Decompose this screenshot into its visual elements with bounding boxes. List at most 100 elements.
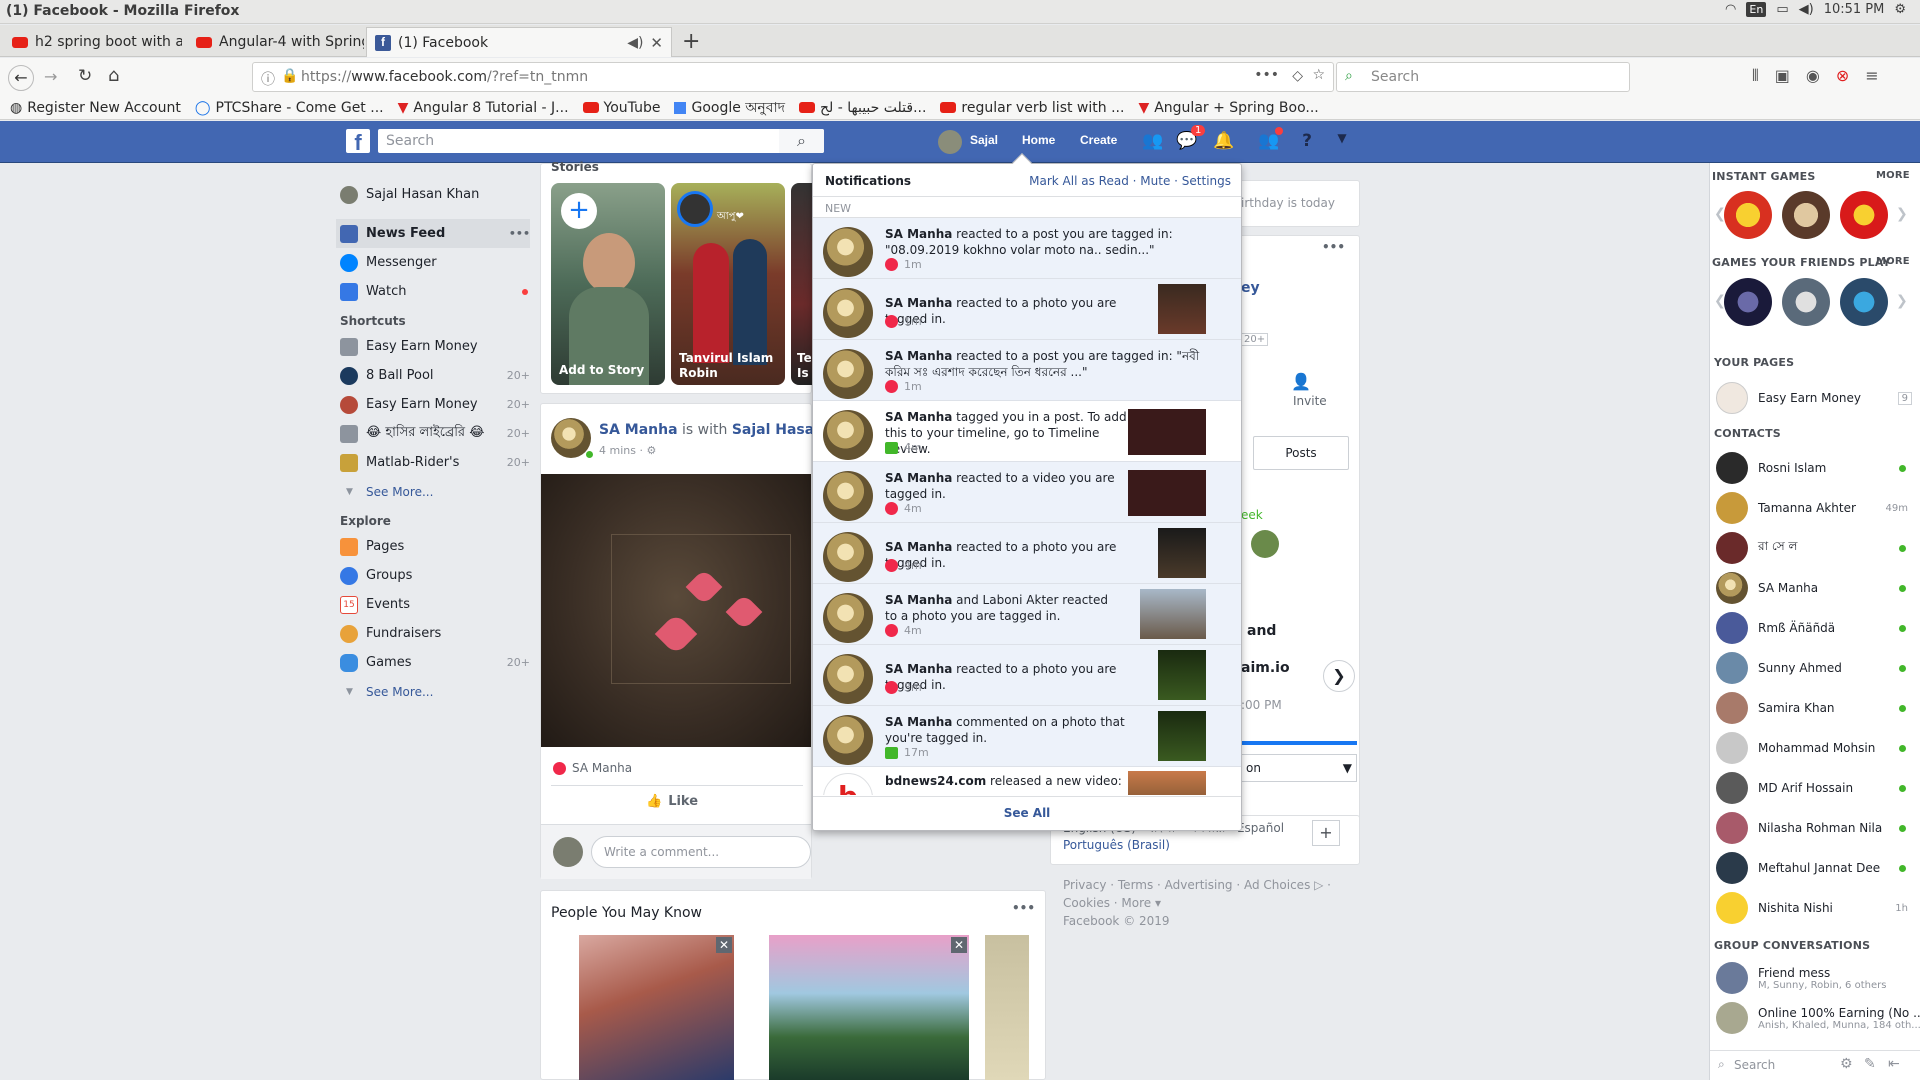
contact-item[interactable]: Rosni Islam <box>1716 448 1916 488</box>
home-button[interactable]: ⌂ <box>108 65 119 86</box>
sidebar-item-shortcut[interactable]: Matlab-Rider's 20+ <box>340 448 530 477</box>
battery-icon[interactable]: ▭ <box>1776 2 1788 17</box>
footer-links-2[interactable]: Cookies · More ▾ <box>1063 894 1331 912</box>
bookmark-youtube[interactable]: YouTube <box>582 100 660 116</box>
speaker-icon[interactable]: ◀) <box>627 35 643 51</box>
friends-play-more[interactable]: MORE <box>1876 256 1910 267</box>
friend-game[interactable] <box>1840 278 1888 326</box>
contact-item[interactable]: SA Manha <box>1716 568 1916 608</box>
sidebar-item-games[interactable]: Games 20+ <box>340 648 530 677</box>
friend-game[interactable] <box>1724 278 1772 326</box>
friend-requests-icon[interactable]: 👥 <box>1142 131 1164 153</box>
post-time[interactable]: 4 mins · ⚙ <box>599 444 656 457</box>
notification-item[interactable]: SA Manha reacted to a photo you are tagg… <box>813 645 1241 706</box>
suggestion-photo[interactable] <box>985 935 1029 1080</box>
post-author[interactable]: SA Manha <box>599 422 678 438</box>
tab-angular-4[interactable]: Angular-4 with Spring b ✕ <box>188 27 364 57</box>
sidebar-item-shortcut[interactable]: 😂 হাসির লাইব্রেরি 😂 20+ <box>340 419 530 448</box>
carousel-next-button[interactable]: ❯ <box>1323 660 1355 692</box>
bookmark-ptcshare[interactable]: ◯ PTCShare - Come Get ... <box>195 100 384 116</box>
contact-item[interactable]: Rmß Äñäñdä <box>1716 608 1916 648</box>
chevron-down-icon[interactable]: ▼ <box>1331 131 1353 153</box>
comment-input[interactable]: Write a comment... <box>591 836 811 868</box>
notification-item[interactable]: b bdnews24.com released a new video: <box>813 767 1241 795</box>
reload-button[interactable]: ↻ <box>78 66 92 86</box>
nav-profile[interactable]: Sajal <box>970 133 998 147</box>
notification-item[interactable]: SA Manha tagged you in a post. To add th… <box>813 401 1241 462</box>
settings-link[interactable]: Settings <box>1182 174 1231 188</box>
notifications-bell-icon[interactable]: 🔔 <box>1213 131 1235 153</box>
contact-item[interactable]: Mohammad Mohsin <box>1716 728 1916 768</box>
wifi-icon[interactable]: ◠ <box>1725 2 1736 17</box>
see-more-shortcuts[interactable]: ▼ See More... <box>340 477 530 506</box>
sidebar-item-watch[interactable]: Watch <box>340 277 530 306</box>
see-more-explore[interactable]: ▼ See More... <box>340 677 530 706</box>
close-icon[interactable]: ✕ <box>650 34 663 52</box>
sidebar-icon[interactable]: ▣ <box>1775 66 1790 86</box>
notification-item[interactable]: SA Manha reacted to a video you are tagg… <box>813 462 1241 523</box>
keyboard-language[interactable]: En <box>1746 2 1767 17</box>
game-avatar[interactable] <box>1782 191 1830 239</box>
block-icon[interactable]: ⊗ <box>1836 66 1849 86</box>
gear-icon[interactable]: ⚙ <box>1894 2 1906 17</box>
notification-item[interactable]: SA Manha commented on a photo that you'r… <box>813 706 1241 767</box>
sidebar-item-shortcut[interactable]: 8 Ball Pool 20+ <box>340 361 530 390</box>
contact-item[interactable]: Nishita Nishi 1h <box>1716 888 1916 928</box>
languages-2[interactable]: Português (Brasil) <box>1063 838 1170 852</box>
notification-item[interactable]: SA Manha and Laboni Akter reacted to a p… <box>813 584 1241 645</box>
sidebar-item-messenger[interactable]: Messenger <box>340 248 530 277</box>
tab-facebook[interactable]: f (1) Facebook ◀) ✕ <box>366 27 672 57</box>
page-item[interactable]: Easy Earn Money 9 <box>1716 378 1916 418</box>
nav-create[interactable]: Create <box>1080 133 1117 147</box>
fb-search-input[interactable]: Search <box>378 129 824 153</box>
volume-icon[interactable]: ◀) <box>1799 2 1814 17</box>
profile-link[interactable]: Sajal Hasan Khan <box>340 180 530 209</box>
sidebar-item-pages[interactable]: Pages <box>340 532 530 561</box>
chevron-right-icon[interactable]: ❯ <box>1896 293 1908 309</box>
sidebar-toggle-icon[interactable]: ⇤ <box>1888 1056 1900 1072</box>
library-icon[interactable]: ⫴ <box>1752 66 1759 86</box>
chevron-right-icon[interactable]: ❯ <box>1896 206 1908 222</box>
mark-all-read-link[interactable]: Mark All as Read <box>1029 174 1129 188</box>
url-bar[interactable]: ⓘ 🔒 https://www.facebook.com/?ref=tn_tnm… <box>252 62 1334 92</box>
chat-search-input[interactable]: Search <box>1734 1058 1775 1072</box>
more-options-icon[interactable]: ••• <box>1012 901 1035 915</box>
gear-icon[interactable]: ⚙ <box>1840 1056 1853 1072</box>
tab-h2-spring[interactable]: h2 spring boot with ang ✕ <box>4 27 182 57</box>
info-icon[interactable]: ⓘ <box>261 69 275 89</box>
new-tab-button[interactable]: + <box>682 29 700 54</box>
sidebar-item-fundraisers[interactable]: Fundraisers <box>340 619 530 648</box>
notification-item[interactable]: SA Manha reacted to a post you are tagge… <box>813 218 1241 279</box>
contact-item[interactable]: Samira Khan <box>1716 688 1916 728</box>
mute-link[interactable]: Mute <box>1140 174 1170 188</box>
sidebar-item-groups[interactable]: Groups <box>340 561 530 590</box>
contact-item[interactable]: রা সে ল <box>1716 528 1916 568</box>
page-actions-icon[interactable]: ••• <box>1254 67 1279 83</box>
tagged-user[interactable]: Sajal Hasan Kh <box>732 422 813 438</box>
avatar[interactable] <box>938 130 962 154</box>
contact-item[interactable]: Sunny Ahmed <box>1716 648 1916 688</box>
compose-icon[interactable]: ✎ <box>1864 1056 1876 1072</box>
facebook-logo[interactable]: f <box>346 129 370 155</box>
story-partial[interactable]: Te Is <box>791 183 813 385</box>
bookmark-angular-spring[interactable]: ▼ Angular + Spring Boo... <box>1138 100 1318 116</box>
close-icon[interactable]: ✕ <box>951 937 967 953</box>
suggestion-photo[interactable]: ✕ <box>769 935 969 1080</box>
help-icon[interactable]: ? <box>1296 131 1318 153</box>
footer-links[interactable]: Privacy · Terms · Advertising · Ad Choic… <box>1063 876 1331 894</box>
add-language-button[interactable]: + <box>1312 820 1340 846</box>
menu-icon[interactable]: ≡ <box>1865 66 1878 86</box>
more-options-icon[interactable]: ••• <box>1322 240 1345 254</box>
contact-item[interactable]: Meftahul Jannat Dee <box>1716 848 1916 888</box>
bookmark-google-translate[interactable]: Google অনুবাদ <box>674 96 785 120</box>
contact-item[interactable]: Nilasha Rohman Nila <box>1716 808 1916 848</box>
uno-game[interactable] <box>1840 191 1888 239</box>
friend-game[interactable] <box>1782 278 1830 326</box>
posts-button[interactable]: Posts <box>1253 436 1349 470</box>
notification-item[interactable]: SA Manha reacted to a photo you are tagg… <box>813 279 1241 340</box>
star-icon[interactable]: ☆ <box>1312 67 1325 83</box>
bookmark-regular-verb[interactable]: regular verb list with ... <box>940 100 1124 116</box>
bookmark-register[interactable]: ◍ Register New Account <box>10 100 181 116</box>
like-button[interactable]: 👍 Like <box>646 794 698 809</box>
fb-search-button[interactable]: ⌕ <box>779 129 824 153</box>
